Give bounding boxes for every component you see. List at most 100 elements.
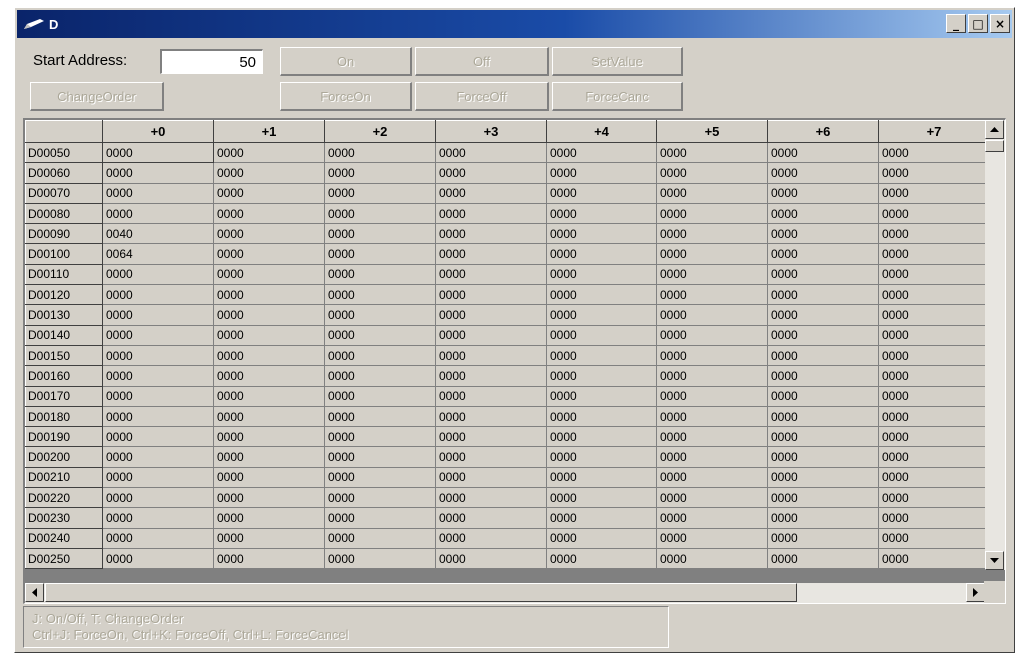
register-value-cell[interactable]: 0000 [102, 183, 214, 204]
register-value-cell[interactable]: 0000 [102, 548, 214, 570]
register-value-cell[interactable]: 0000 [435, 446, 547, 468]
register-value-cell[interactable]: 0000 [435, 365, 547, 387]
register-value-cell[interactable]: 0000 [546, 345, 657, 367]
register-value-cell[interactable]: 0000 [767, 528, 879, 549]
row-address-header[interactable]: D00170 [25, 385, 103, 407]
row-address-header[interactable]: D00140 [25, 324, 103, 346]
row-address-header[interactable]: D00200 [25, 446, 103, 468]
register-value-cell[interactable]: 0000 [546, 507, 657, 529]
register-value-cell[interactable]: 0000 [102, 325, 214, 346]
register-value-cell[interactable]: 0000 [213, 426, 325, 448]
row-address-header[interactable]: D00180 [25, 405, 103, 428]
register-value-cell[interactable]: 0000 [435, 507, 547, 529]
register-value-cell[interactable]: 0000 [213, 386, 325, 407]
register-value-cell[interactable]: 0000 [324, 507, 436, 529]
row-address-header[interactable]: D00110 [25, 263, 103, 286]
column-header[interactable]: +4 [546, 120, 657, 143]
register-value-cell[interactable]: 0000 [878, 386, 990, 407]
register-value-cell[interactable]: 0000 [102, 345, 214, 367]
row-address-header[interactable]: D00250 [25, 547, 103, 570]
force-off-button[interactable]: ForceOff [415, 82, 549, 111]
row-address-header[interactable]: D00190 [25, 426, 103, 448]
register-value-cell[interactable]: 0000 [656, 507, 768, 529]
register-value-cell[interactable]: 0000 [213, 183, 325, 204]
register-value-cell[interactable]: 0000 [435, 487, 547, 509]
register-value-cell[interactable]: 0000 [102, 264, 214, 286]
arrow-left-icon[interactable] [25, 583, 44, 602]
row-address-header[interactable]: D00220 [25, 487, 103, 509]
register-value-cell[interactable]: 0000 [324, 325, 436, 346]
register-value-cell[interactable]: 0000 [213, 528, 325, 549]
horizontal-scroll-thumb[interactable] [45, 583, 797, 602]
register-value-cell[interactable]: 0000 [656, 487, 768, 509]
register-value-cell[interactable]: 0000 [878, 264, 990, 286]
register-value-cell[interactable]: 0000 [656, 284, 768, 306]
register-value-cell[interactable]: 0000 [324, 304, 436, 326]
close-button[interactable]: × [990, 14, 1010, 33]
set-value-button[interactable]: SetValue [552, 47, 683, 76]
register-value-cell[interactable]: 0000 [656, 264, 768, 286]
register-value-cell[interactable]: 0000 [767, 406, 879, 428]
register-value-cell[interactable]: 0000 [656, 325, 768, 346]
register-value-cell[interactable]: 0000 [546, 183, 657, 204]
row-address-header[interactable]: D00130 [25, 304, 103, 326]
register-value-cell[interactable]: 0000 [767, 162, 879, 184]
register-value-cell[interactable]: 0000 [435, 304, 547, 326]
register-value-cell[interactable]: 0000 [213, 304, 325, 326]
data-grid[interactable]: +0 +1 +2 +3 +4 +5 +6 +7 D00050 0000 0000 00… [23, 118, 1006, 604]
change-order-button[interactable]: ChangeOrder [30, 82, 164, 111]
column-header[interactable]: +1 [213, 120, 325, 143]
register-value-cell[interactable]: 0000 [656, 365, 768, 387]
register-value-cell[interactable]: 0000 [656, 528, 768, 549]
column-header[interactable]: +0 [102, 120, 214, 143]
register-value-cell[interactable]: 0000 [324, 426, 436, 448]
register-value-cell[interactable]: 0000 [656, 243, 768, 265]
register-value-cell[interactable]: 0000 [102, 203, 214, 225]
column-header[interactable]: +5 [656, 120, 768, 143]
register-value-cell[interactable]: 0000 [878, 223, 990, 245]
register-value-cell[interactable]: 0000 [324, 467, 436, 489]
register-value-cell[interactable]: 0000 [878, 467, 990, 489]
off-button[interactable]: Off [415, 47, 549, 76]
register-value-cell[interactable]: 0000 [102, 446, 214, 468]
register-value-cell[interactable]: 0000 [878, 243, 990, 265]
register-value-cell[interactable]: 0000 [656, 142, 768, 164]
register-value-cell[interactable]: 0000 [324, 243, 436, 265]
register-value-cell[interactable]: 0000 [878, 284, 990, 306]
register-value-cell[interactable]: 0000 [546, 406, 657, 428]
register-value-cell[interactable]: 0000 [213, 406, 325, 428]
register-value-cell[interactable]: 0000 [213, 284, 325, 306]
register-value-cell[interactable]: 0000 [324, 264, 436, 286]
register-value-cell[interactable]: 0000 [656, 345, 768, 367]
register-value-cell[interactable]: 0000 [102, 386, 214, 407]
register-value-cell[interactable]: 0000 [656, 446, 768, 468]
register-value-cell[interactable]: 0000 [435, 426, 547, 448]
register-value-cell[interactable]: 0000 [546, 142, 657, 164]
register-value-cell[interactable]: 0000 [767, 304, 879, 326]
register-value-cell[interactable]: 0000 [878, 325, 990, 346]
register-value-cell[interactable]: 0000 [878, 406, 990, 428]
register-value-cell[interactable]: 0000 [435, 528, 547, 549]
register-value-cell[interactable]: 0000 [767, 142, 879, 164]
register-value-cell[interactable]: 0000 [324, 528, 436, 549]
start-address-input[interactable] [160, 49, 263, 74]
register-value-cell[interactable]: 0000 [435, 345, 547, 367]
register-value-cell[interactable]: 0000 [656, 183, 768, 204]
minimize-button[interactable]: _ [946, 14, 966, 33]
row-address-header[interactable]: D00080 [25, 202, 103, 225]
row-address-header[interactable]: D00160 [25, 365, 103, 387]
register-value-cell[interactable]: 0000 [435, 183, 547, 204]
register-value-cell[interactable]: 0000 [767, 467, 879, 489]
on-button[interactable]: On [280, 47, 412, 76]
register-value-cell[interactable]: 0000 [767, 365, 879, 387]
register-value-cell[interactable]: 0000 [767, 264, 879, 286]
register-value-cell[interactable]: 0000 [767, 507, 879, 529]
register-value-cell[interactable]: 0000 [546, 203, 657, 225]
register-value-cell[interactable]: 0000 [435, 467, 547, 489]
register-value-cell[interactable]: 0000 [102, 426, 214, 448]
register-value-cell[interactable]: 0000 [213, 548, 325, 570]
register-value-cell[interactable]: 0064 [102, 243, 214, 265]
register-value-cell[interactable]: 0000 [656, 223, 768, 245]
register-value-cell[interactable]: 0000 [102, 528, 214, 549]
register-value-cell[interactable]: 0000 [767, 203, 879, 225]
